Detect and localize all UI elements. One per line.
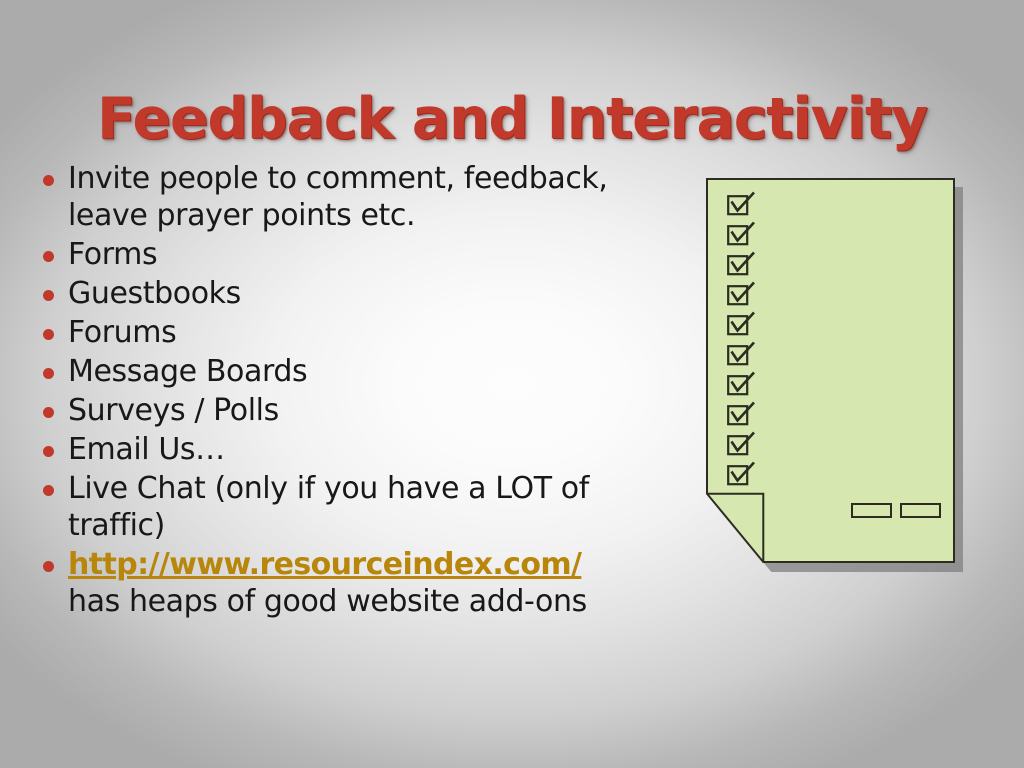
list-item-line2: leave prayer points etc. <box>68 198 416 233</box>
list-item-text: Surveys / Polls <box>68 392 674 429</box>
list-item-line2: traffic) <box>68 508 165 543</box>
checkmark-box-icon <box>727 221 755 246</box>
list-item-text: Email Us… <box>68 431 674 468</box>
checkmark-box-icon <box>727 401 755 426</box>
list-item: Live Chat (only if you have a LOT of tra… <box>34 470 674 544</box>
checkmark-box-icon <box>727 461 755 486</box>
list-item-text: Invite people to comment, feedback, leav… <box>68 160 674 234</box>
form-slot-box <box>851 503 892 518</box>
bullet-dot-icon <box>43 290 54 301</box>
checkmark-box-icon <box>727 311 755 336</box>
page-title: Feedback and Interactivity <box>97 86 928 152</box>
list-item-line1: Guestbooks <box>68 276 241 311</box>
checkmark-box-icon <box>727 191 755 216</box>
bullet-dot-icon <box>43 329 54 340</box>
checkmark-box-icon <box>727 371 755 396</box>
bullet-dot-icon <box>43 446 54 457</box>
list-item-line1: Invite people to comment, feedback, <box>68 161 608 196</box>
list-item-text: Forms <box>68 236 674 273</box>
list-item-line1: Forums <box>68 315 177 350</box>
bullet-dot-icon <box>43 368 54 379</box>
list-item: Message Boards <box>34 353 674 390</box>
list-item: Surveys / Polls <box>34 392 674 429</box>
list-item-line1: Email Us… <box>68 432 225 467</box>
link-caption: has heaps of good website add-ons <box>68 584 587 619</box>
list-item-line1: Live Chat (only if you have a LOT of <box>68 471 589 506</box>
list-item: Invite people to comment, feedback, leav… <box>34 160 674 234</box>
list-item-text: Live Chat (only if you have a LOT of tra… <box>68 470 674 544</box>
list-item-text: http://www.resourceindex.com/ has heaps … <box>68 546 674 620</box>
slide-canvas: Feedback and Interactivity Invite people… <box>0 0 1024 768</box>
list-item-line1: Forms <box>68 237 158 272</box>
form-slot-box <box>900 503 941 518</box>
bullet-dot-icon <box>43 175 54 186</box>
list-item: Forms <box>34 236 674 273</box>
checkmark-box-icon <box>727 431 755 456</box>
list-item-text: Forums <box>68 314 674 351</box>
list-item-text: Message Boards <box>68 353 674 390</box>
list-item-line1: Message Boards <box>68 354 308 389</box>
checkmark-box-icon <box>727 251 755 276</box>
bullet-dot-icon <box>43 251 54 262</box>
checklist-page-graphic <box>706 178 963 572</box>
checkbox-column <box>727 191 755 496</box>
list-item-line1: Surveys / Polls <box>68 393 279 428</box>
bullet-dot-icon <box>43 561 54 572</box>
list-item: Email Us… <box>34 431 674 468</box>
bullet-dot-icon <box>43 485 54 496</box>
list-item: Guestbooks <box>34 275 674 312</box>
bullet-list: Invite people to comment, feedback, leav… <box>34 160 674 622</box>
list-item: Forums <box>34 314 674 351</box>
list-item-text: Guestbooks <box>68 275 674 312</box>
checkmark-box-icon <box>727 341 755 366</box>
bullet-dot-icon <box>43 407 54 418</box>
list-item-link: http://www.resourceindex.com/ has heaps … <box>34 546 674 620</box>
resourceindex-link[interactable]: http://www.resourceindex.com/ <box>68 547 582 582</box>
checkmark-box-icon <box>727 281 755 306</box>
